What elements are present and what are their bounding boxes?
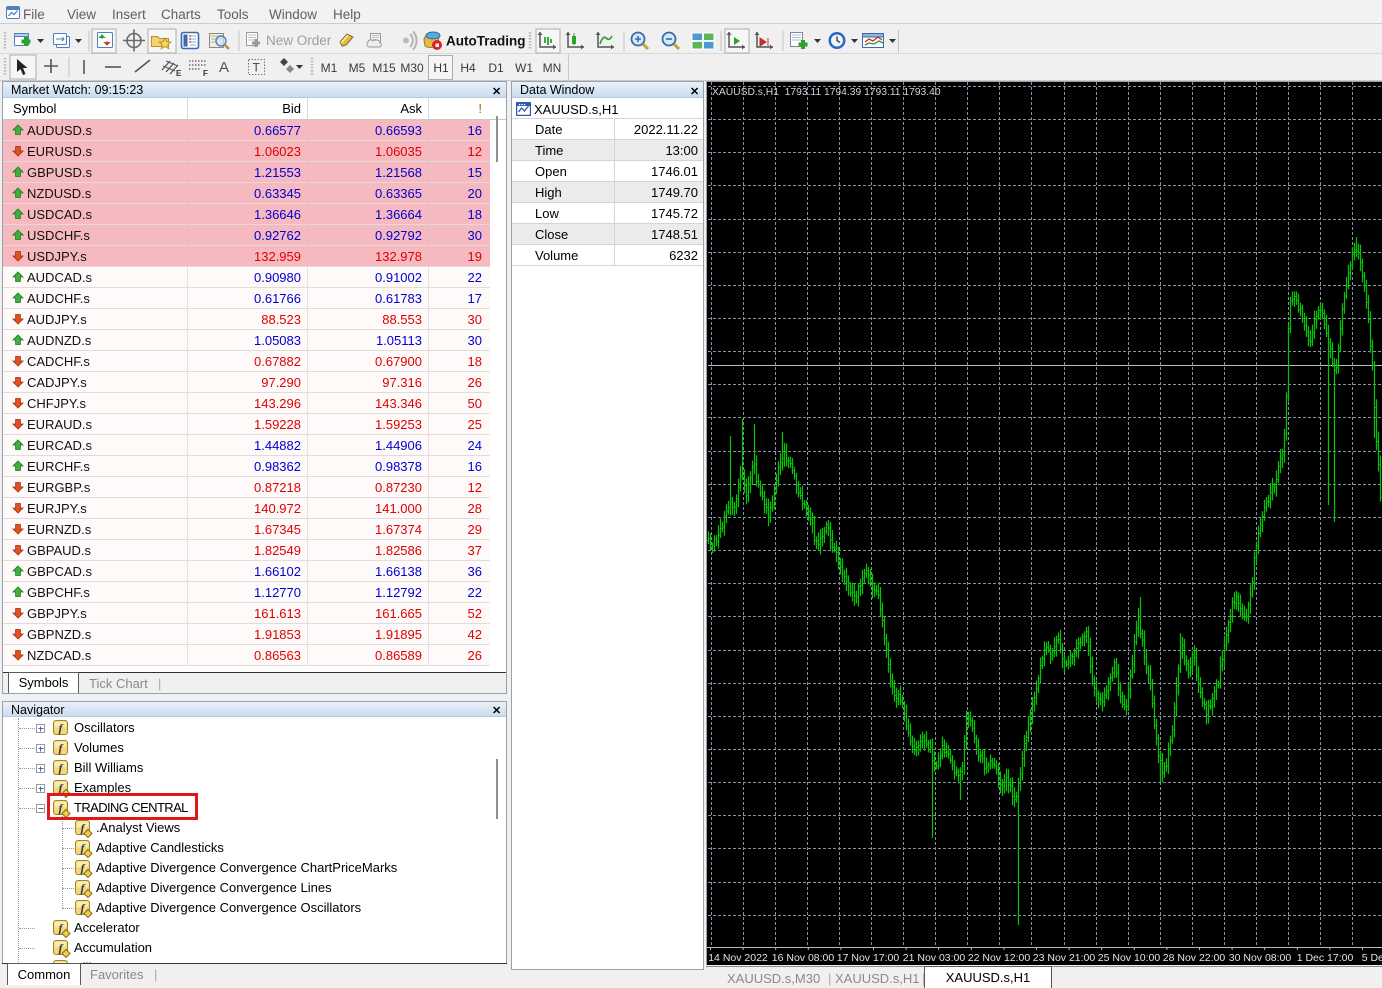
svg-text:14 Nov 2022: 14 Nov 2022 [708,952,768,964]
svg-text:22 Nov 12:00: 22 Nov 12:00 [968,952,1031,964]
svg-text:16 Nov 08:00: 16 Nov 08:00 [772,952,835,964]
svg-text:21 Nov 03:00: 21 Nov 03:00 [903,952,966,964]
svg-text:XAUUSD.s,H1 1793.11 1794.39 1: XAUUSD.s,H1 1793.11 1794.39 1793.11 1793… [712,87,941,98]
svg-text:28 Nov 22:00: 28 Nov 22:00 [1163,952,1226,964]
svg-text:23 Nov 21:00: 23 Nov 21:00 [1033,952,1096,964]
svg-text:30 Nov 08:00: 30 Nov 08:00 [1229,952,1292,964]
svg-text:5 Dec 02:00: 5 Dec 02:00 [1362,952,1382,964]
svg-text:1 Dec 17:00: 1 Dec 17:00 [1297,952,1354,964]
svg-text:25 Nov 10:00: 25 Nov 10:00 [1098,952,1161,964]
svg-text:17 Nov 17:00: 17 Nov 17:00 [837,952,900,964]
